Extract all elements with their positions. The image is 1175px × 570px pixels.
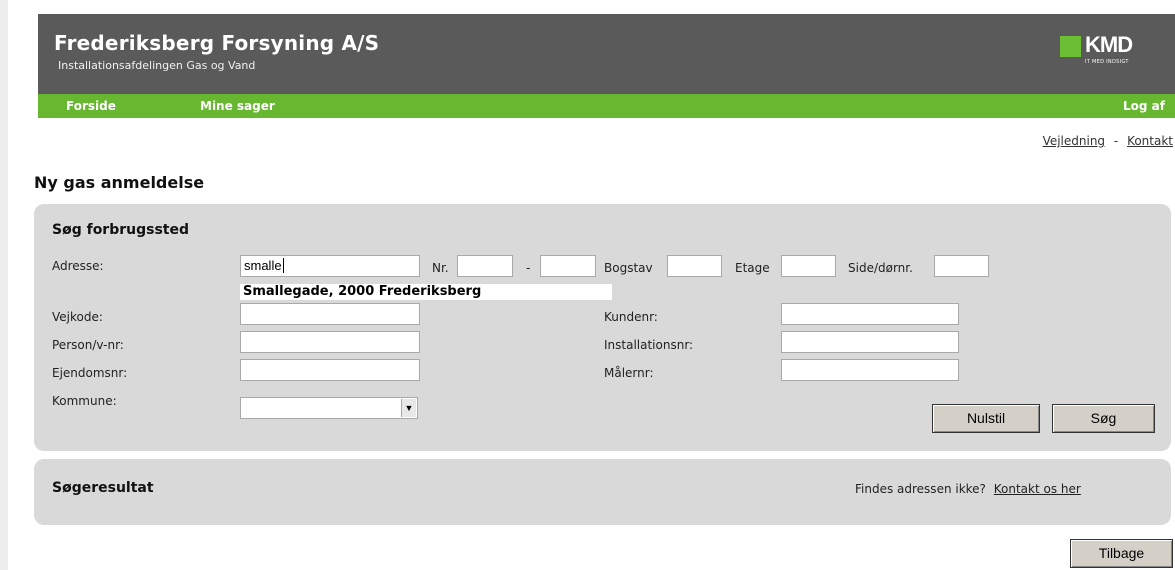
nr-label: Nr. xyxy=(432,261,449,275)
text-caret xyxy=(282,258,284,273)
kmd-logo: KMD IT MED INDSIGT xyxy=(1060,32,1150,74)
side-input[interactable] xyxy=(934,255,989,277)
missing-address-note: Findes adressen ikke? Kontakt os her xyxy=(855,482,1081,496)
logo-tagline: IT MED INDSIGT xyxy=(1085,59,1129,65)
vejkode-label: Vejkode: xyxy=(52,310,103,324)
kundenr-label: Kundenr: xyxy=(604,310,658,324)
ejendom-label: Ejendomsnr: xyxy=(52,366,128,380)
etage-label: Etage xyxy=(735,261,770,275)
help-links: Vejledning - Kontakt xyxy=(1043,134,1173,148)
vejkode-input[interactable] xyxy=(240,303,420,325)
logout-link[interactable]: Log af xyxy=(1123,99,1165,113)
logo-text: KMD xyxy=(1085,32,1133,57)
nr-to-input[interactable] xyxy=(540,255,596,277)
logo-square-icon xyxy=(1060,36,1081,57)
maaler-input[interactable] xyxy=(781,359,959,381)
address-suggestion[interactable]: Smallegade, 2000 Frederiksberg xyxy=(240,284,612,300)
kundenr-input[interactable] xyxy=(781,303,959,325)
contact-us-link[interactable]: Kontakt os her xyxy=(994,482,1081,496)
nav-forside[interactable]: Forside xyxy=(66,99,116,113)
department-name: Installationsafdelingen Gas og Vand xyxy=(58,59,256,72)
maaler-label: Målernr: xyxy=(604,366,654,380)
reset-button[interactable]: Nulstil xyxy=(932,404,1040,433)
person-label: Person/v-nr: xyxy=(52,338,124,352)
missing-address-question: Findes adressen ikke? xyxy=(855,482,986,496)
ejendom-input[interactable] xyxy=(240,359,420,381)
page-title: Ny gas anmeldelse xyxy=(34,173,205,192)
nr-input[interactable] xyxy=(457,255,513,277)
address-input[interactable]: smalle xyxy=(240,255,420,277)
bogstav-input[interactable] xyxy=(667,255,722,277)
nr-dash: - xyxy=(526,261,531,275)
kommune-label: Kommune: xyxy=(52,394,117,408)
kommune-select[interactable]: ▼ xyxy=(240,397,418,419)
address-label: Adresse: xyxy=(52,259,104,273)
installation-input[interactable] xyxy=(781,331,959,353)
app-header: Frederiksberg Forsyning A/S Installation… xyxy=(38,14,1175,94)
guide-link[interactable]: Vejledning xyxy=(1043,134,1106,148)
search-heading: Søg forbrugssted xyxy=(52,222,189,238)
main-nav: Forside Mine sager Log af xyxy=(38,94,1175,118)
address-value: smalle xyxy=(244,258,282,273)
person-input[interactable] xyxy=(240,331,420,353)
left-edge-bar xyxy=(0,0,8,570)
chevron-down-icon[interactable]: ▼ xyxy=(401,399,416,417)
results-heading: Søgeresultat xyxy=(52,480,154,496)
company-name: Frederiksberg Forsyning A/S xyxy=(54,31,380,55)
link-separator: - xyxy=(1113,134,1119,148)
search-button[interactable]: Søg xyxy=(1052,404,1155,433)
installation-label: Installationsnr: xyxy=(604,338,694,352)
etage-input[interactable] xyxy=(781,255,836,277)
nav-mine-sager[interactable]: Mine sager xyxy=(200,99,275,113)
contact-link[interactable]: Kontakt xyxy=(1127,134,1173,148)
side-label: Side/dørnr. xyxy=(848,261,913,275)
back-button[interactable]: Tilbage xyxy=(1070,539,1173,568)
bogstav-label: Bogstav xyxy=(604,261,653,275)
